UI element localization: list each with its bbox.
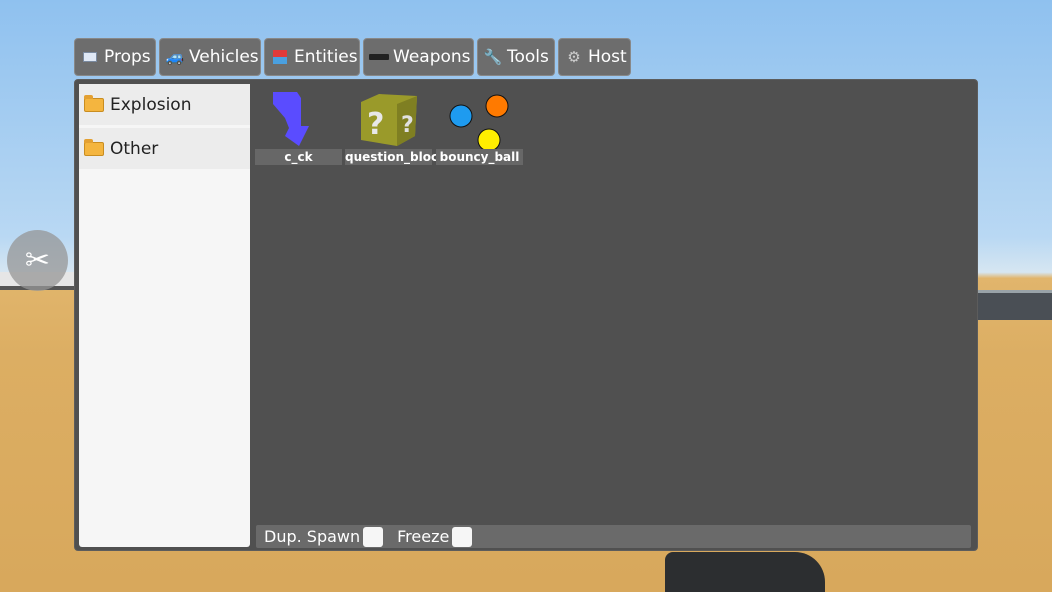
folder-icon — [84, 94, 104, 112]
car-icon: 🚙 — [165, 48, 185, 66]
question-block-thumbnail: ?? — [361, 94, 417, 146]
tab-label: Vehicles — [189, 47, 259, 67]
item-label: question_block — [345, 149, 447, 165]
player-hand — [665, 552, 825, 592]
freeze-label: Freeze — [397, 527, 450, 546]
tab-label: Host — [588, 47, 627, 67]
category-explosion[interactable]: Explosion — [79, 84, 250, 125]
tab-tools[interactable]: 🔧 Tools — [477, 38, 555, 76]
spawn-item-bouncy-ball[interactable]: bouncy_ball — [436, 88, 523, 165]
tab-vehicles[interactable]: 🚙 Vehicles — [159, 38, 261, 76]
spawn-item-question-block[interactable]: ?? question_block — [345, 88, 447, 165]
spawn-item-c-ck[interactable]: c_ck — [255, 88, 342, 165]
freeze-checkbox[interactable] — [452, 526, 473, 547]
dup-spawn-checkbox[interactable] — [363, 526, 384, 547]
wrench-icon: 🔧 — [483, 48, 503, 66]
svg-text:?: ? — [367, 107, 384, 142]
category-label: Explosion — [110, 94, 192, 115]
tab-weapons[interactable]: Weapons — [363, 38, 474, 76]
category-other[interactable]: Other — [79, 128, 250, 169]
tab-label: Tools — [507, 47, 549, 67]
props-icon — [80, 48, 100, 66]
item-label: bouncy_ball — [436, 149, 523, 165]
tab-label: Weapons — [393, 47, 471, 67]
tab-host[interactable]: ⚙ Host — [558, 38, 631, 76]
tab-props[interactable]: Props — [74, 38, 156, 76]
c-ck-thumbnail — [273, 92, 309, 146]
tab-label: Entities — [294, 47, 358, 67]
svg-text:?: ? — [401, 113, 414, 138]
pistol-icon — [369, 48, 389, 66]
tab-label: Props — [104, 47, 151, 67]
category-label: Other — [110, 138, 159, 159]
item-label: c_ck — [255, 149, 342, 165]
tools-menu-button[interactable]: ✂ — [7, 230, 68, 291]
background-road — [978, 290, 1052, 320]
gear-icon: ⚙ — [567, 48, 581, 66]
spawn-options-bar: Dup. Spawn Freeze — [256, 525, 971, 548]
tools-icon: ✂ — [24, 243, 51, 278]
bouncy-ball-thumbnail — [449, 94, 509, 152]
category-sidebar: Explosion Other — [79, 84, 250, 547]
folder-icon — [84, 138, 104, 156]
blocks-icon — [270, 48, 290, 66]
tab-entities[interactable]: Entities — [264, 38, 360, 76]
dup-spawn-label: Dup. Spawn — [264, 527, 361, 546]
